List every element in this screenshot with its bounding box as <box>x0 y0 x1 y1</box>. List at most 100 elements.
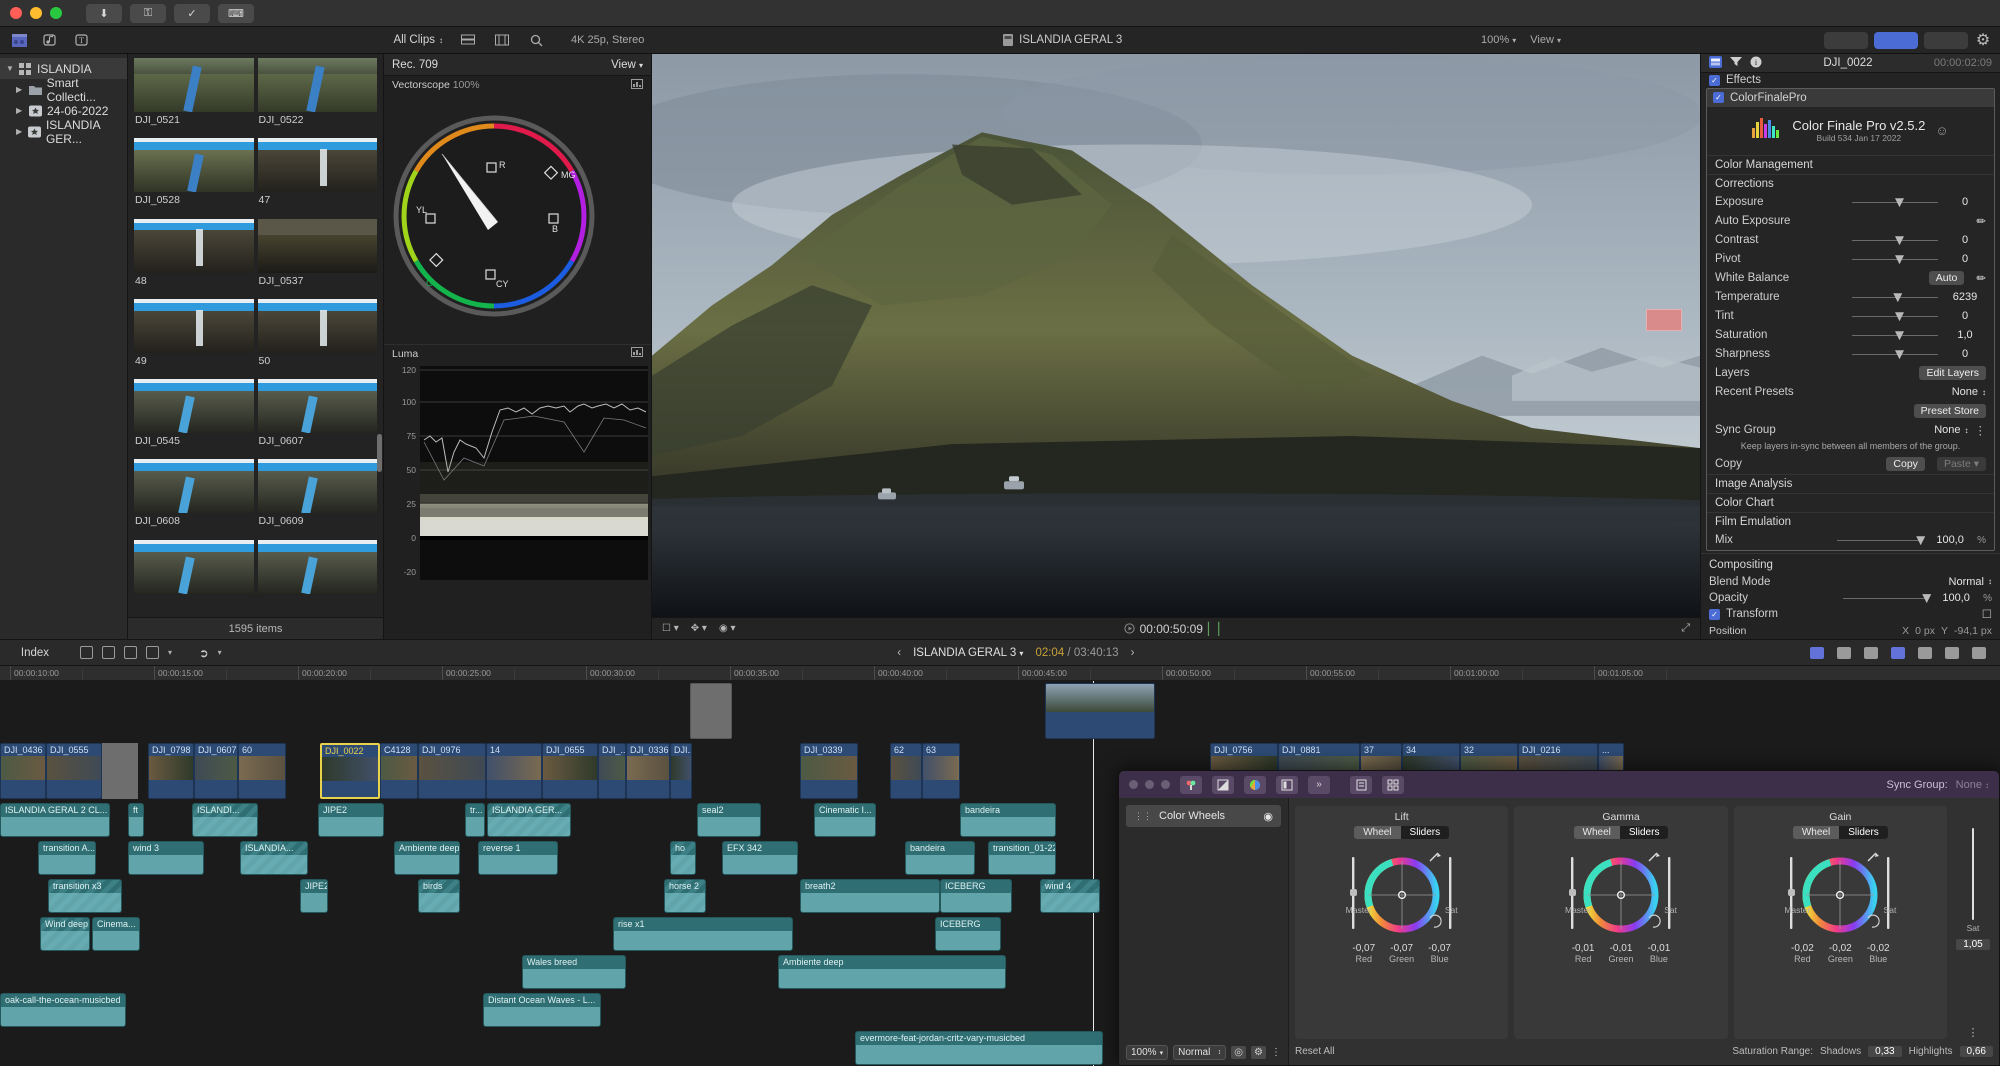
blend-mode-row[interactable]: Blend Mode Normal ↕ <box>1701 574 2000 590</box>
timeline-project-name[interactable]: ISLANDIA GERAL 3 ▾ <box>913 647 1023 659</box>
opacity-row[interactable]: Opacity 100,0 % <box>1701 590 2000 606</box>
position-row[interactable]: Position X 0 px Y -94,1 px <box>1701 623 2000 639</box>
audio-clip[interactable]: rise x1 <box>613 917 793 951</box>
timeline-clip[interactable]: DJI... <box>670 743 692 799</box>
view-popup[interactable]: View ▾ <box>1530 34 1561 46</box>
wheel-mode-segmented[interactable]: Wheel Sliders <box>1792 826 1888 839</box>
opacity-slider[interactable] <box>1843 592 1932 604</box>
color-wheel-lift[interactable]: Lift Wheel Sliders Master Sat -0,07 Red -0,07 Gr… <box>1295 806 1509 1039</box>
all-clips-popup[interactable]: All Clips ↕ <box>393 34 443 46</box>
cf-opacity-select[interactable]: 100% ▾ <box>1126 1045 1169 1060</box>
wheel-graphic[interactable]: Master Sat <box>1565 843 1677 941</box>
clip-thumbnail[interactable] <box>257 298 377 353</box>
param-value[interactable]: 0 <box>1944 253 1986 265</box>
timeline-clip[interactable]: DJI_0607 <box>194 743 238 799</box>
connect-edit-icon[interactable] <box>124 646 137 659</box>
param-slider[interactable] <box>1852 253 1938 265</box>
inspector-section-header[interactable]: Color Management <box>1707 154 1994 174</box>
param-button[interactable]: Auto <box>1928 271 1965 286</box>
timeline-clip[interactable]: DJI_0798 <box>148 743 194 799</box>
blue-value[interactable]: -0,07 <box>1428 943 1451 954</box>
wheel-rgb-values[interactable]: -0,02 Red -0,02 Green -0,02 Blue <box>1791 943 1890 964</box>
timeline-timecode[interactable]: 02:04 / 03:40:13 <box>1035 647 1118 659</box>
transform-icon[interactable]: ✥ ▾ <box>691 623 707 634</box>
audio-clip[interactable]: ISLANDIA GER... <box>487 803 571 837</box>
cf-traffic-lights[interactable] <box>1129 780 1170 789</box>
param-slider[interactable] <box>1852 291 1938 303</box>
connected-clip[interactable] <box>1045 683 1155 739</box>
eyedropper-icon[interactable]: ✏ <box>1976 214 1986 228</box>
disclosure-triangle-icon[interactable]: ▼ <box>6 64 14 73</box>
connected-clip[interactable] <box>690 683 732 739</box>
param-value[interactable]: 0 <box>1944 348 1986 360</box>
chevron-down-icon[interactable]: ▾ <box>168 648 172 657</box>
clip-thumbnail[interactable] <box>257 138 377 193</box>
effect-title-row[interactable]: ✓ ColorFinalePro <box>1707 88 1994 107</box>
cf-sync-group[interactable]: Sync Group: None ↕ <box>1887 779 1990 791</box>
browser-clip[interactable]: DJI_0521 <box>134 58 254 136</box>
audio-clip[interactable]: ft <box>128 803 144 837</box>
viewer-tools[interactable]: ☐ ▾ ✥ ▾ ◉ ▾ <box>662 623 735 634</box>
param-slider[interactable] <box>1852 348 1938 360</box>
browser-clip[interactable]: 49 <box>134 298 254 377</box>
timeline-clip[interactable]: DJI_0655 <box>542 743 598 799</box>
audio-clip[interactable]: breath2 <box>800 879 940 913</box>
audio-clip[interactable]: tr... <box>465 803 485 837</box>
param-value[interactable]: 0 <box>1944 310 1986 322</box>
inspector-section-header[interactable]: Corrections <box>1707 173 1994 193</box>
effect-enable-checkbox[interactable]: ✓ <box>1713 92 1724 104</box>
param-row[interactable]: Auto Exposure ✏ <box>1707 212 1994 231</box>
param-popup[interactable]: None ↕ <box>1934 424 1968 436</box>
timeline-clip[interactable]: C4128 <box>380 743 418 799</box>
headphone-icon[interactable] <box>1864 646 1878 659</box>
param-value[interactable]: 100,0 <box>1929 534 1971 546</box>
clip-thumbnail[interactable] <box>134 379 254 434</box>
audio-clip[interactable]: ICEBERG <box>935 917 1001 951</box>
color-finale-window[interactable]: » Sync Group: None ↕ ⋮⋮ Color Wheels ◉ 1 <box>1118 770 2000 1066</box>
audio-clip[interactable]: Wind deep 2 <box>40 917 90 951</box>
audio-clip[interactable]: wind 4 <box>1040 879 1100 913</box>
browser-clip[interactable]: DJI_0608 <box>134 459 254 537</box>
clip-thumbnail[interactable] <box>134 459 254 514</box>
sidebar-item-smart-collecti[interactable]: ▶ Smart Collecti... <box>0 76 127 104</box>
preset-icon[interactable] <box>1350 775 1372 794</box>
window-icon[interactable] <box>1945 646 1959 659</box>
param-row[interactable]: Contrast 0 <box>1707 231 1994 250</box>
timeline-clip[interactable]: 14 <box>486 743 542 799</box>
next-project-button[interactable]: › <box>1131 647 1135 659</box>
index-icon[interactable] <box>1810 646 1824 659</box>
blend-mode-popup[interactable]: Normal ↕ <box>1949 576 1992 588</box>
audio-clip[interactable]: JIPE2 <box>300 879 328 913</box>
audio-clip[interactable]: transition x3 <box>48 879 122 913</box>
browser-clip[interactable]: DJI_0609 <box>257 459 377 537</box>
copy-button[interactable]: Copy <box>1886 457 1925 472</box>
grid-icon[interactable] <box>1382 775 1404 794</box>
wheel-mode-segmented[interactable]: Wheel Sliders <box>1354 826 1450 839</box>
titles-icon[interactable]: T <box>74 32 92 48</box>
info-icon[interactable]: i <box>1750 56 1762 71</box>
timeline-clip[interactable]: 63 <box>922 743 960 799</box>
timeline-ruler[interactable]: 00:00:10:00 00:00:15:00 00:00:20:00 00:00:2… <box>0 666 2000 681</box>
inspector-section-header[interactable]: Image Analysis <box>1707 473 1994 493</box>
fullscreen-icon[interactable]: ⤢ <box>1681 622 1690 635</box>
select-tool-icon[interactable]: ➲ <box>181 646 209 660</box>
viewer[interactable]: ☐ ▾ ✥ ▾ ◉ ▾ 00:00:50:09 ▏▏ ⤢ <box>652 54 1700 639</box>
plugin-help-icon[interactable]: ☺ <box>1935 123 1948 138</box>
cf-blend-select[interactable]: Normal ↕ <box>1173 1045 1227 1060</box>
param-slider[interactable] <box>1852 234 1938 246</box>
luma-settings-icon[interactable] <box>631 347 643 360</box>
media-import-icon[interactable] <box>10 32 28 48</box>
timeline-clip[interactable]: DJI_0336 <box>626 743 670 799</box>
list-view-icon[interactable] <box>459 32 477 48</box>
wheel-tab[interactable]: Wheel <box>1792 826 1840 839</box>
param-row[interactable]: Temperature 6239 <box>1707 288 1994 307</box>
wheel-mode-segmented[interactable]: Wheel Sliders <box>1573 826 1669 839</box>
cf-layer-menu-icon[interactable]: ⋮ <box>1271 1047 1281 1058</box>
filter-icon[interactable] <box>1730 56 1742 70</box>
timeline-clip[interactable]: DJI_... <box>598 743 626 799</box>
color-chart-overlay[interactable] <box>1646 309 1682 331</box>
audio-clip[interactable]: EFX 342 <box>722 841 798 875</box>
mask-icon[interactable] <box>1212 775 1234 794</box>
overwrite-edit-icon[interactable] <box>146 646 159 659</box>
audio-clip[interactable]: transition A... <box>38 841 96 875</box>
